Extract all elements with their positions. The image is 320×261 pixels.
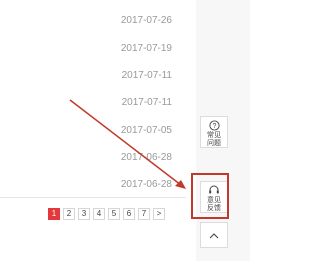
annotation-arrow (69, 99, 186, 189)
